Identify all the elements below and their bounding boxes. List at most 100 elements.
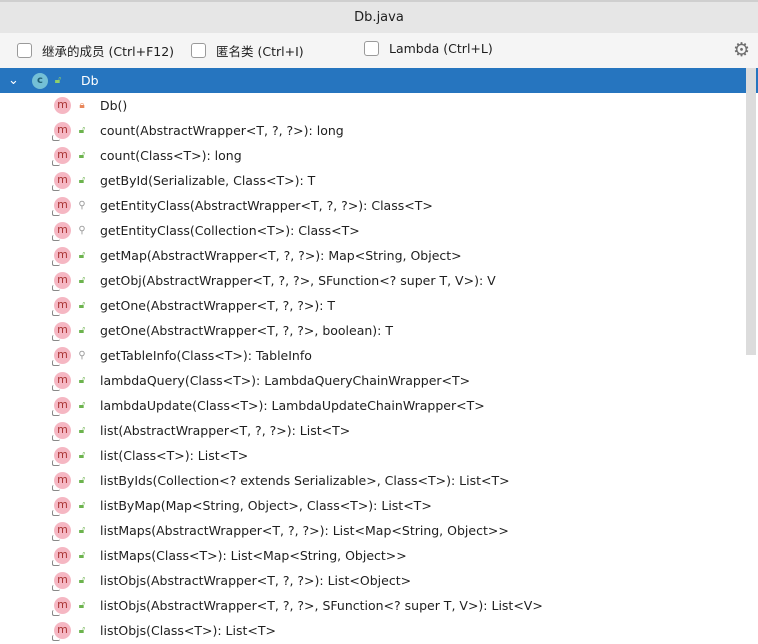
unlock-icon: 🔓︎: [78, 400, 86, 411]
method-icon: m: [52, 297, 71, 316]
tree-item-label: getEntityClass(AbstractWrapper<T, ?, ?>)…: [100, 198, 433, 213]
chevron-down-icon[interactable]: ⌄: [8, 73, 20, 88]
method-icon: m: [52, 622, 71, 641]
tree-item-method[interactable]: m 🔓︎ listObjs(Class<T>): List<T>: [0, 618, 758, 643]
checkbox-box[interactable]: [191, 43, 206, 58]
tree-item-method[interactable]: m 🔓︎ listObjs(AbstractWrapper<T, ?, ?>): L…: [0, 568, 758, 593]
method-icon: m: [52, 247, 71, 266]
tree-item-label: getOne(AbstractWrapper<T, ?, ?>): T: [100, 298, 336, 313]
tree-item-method[interactable]: m 🔓︎ count(Class<T>): long: [0, 143, 758, 168]
checkbox-label: 继承的成员 (Ctrl+F12): [42, 44, 175, 59]
tree-item-method[interactable]: m ⚲ getEntityClass(AbstractWrapper<T, ?, ?…: [0, 193, 758, 218]
unlock-icon: 🔓︎: [78, 600, 86, 611]
method-icon: m: [52, 447, 71, 466]
method-icon: m: [52, 397, 71, 416]
method-icon: m: [52, 197, 71, 216]
tree-item-label: lambdaQuery(Class<T>): LambdaQueryChainW…: [100, 373, 471, 388]
public-access-icon: 🔓︎: [54, 75, 62, 86]
method-icon: m: [52, 597, 71, 616]
method-icon: m: [52, 547, 71, 566]
gear-icon[interactable]: ⚙: [733, 40, 750, 60]
inherited-members-checkbox[interactable]: 继承的成员 (Ctrl+F12): [17, 41, 174, 60]
unlock-icon: 🔓︎: [78, 550, 86, 561]
unlock-icon: 🔓︎: [78, 575, 86, 586]
tree-item-label: Db: [81, 73, 99, 88]
checkbox-box[interactable]: [17, 43, 32, 58]
tree-root-db[interactable]: ⌄ c 🔓︎ Db: [0, 68, 758, 93]
tree-item-method[interactable]: m ⚲ getTableInfo(Class<T>): TableInfo: [0, 343, 758, 368]
tree-item-label: Db(): [100, 98, 128, 113]
tree-item-method[interactable]: m 🔓︎ listByMap(Map<String, Object>, Class<…: [0, 493, 758, 518]
tree-item-method[interactable]: m 🔓︎ count(AbstractWrapper<T, ?, ?>): long: [0, 118, 758, 143]
unlock-icon: 🔓︎: [78, 375, 86, 386]
tree-item-method[interactable]: m 🔓︎ listObjs(AbstractWrapper<T, ?, ?>, SF…: [0, 593, 758, 618]
unlock-icon: 🔓︎: [78, 500, 86, 511]
method-icon: m: [54, 97, 71, 114]
tree-item-label: listMaps(AbstractWrapper<T, ?, ?>): List…: [100, 523, 509, 538]
tree-item-method[interactable]: m ⚲ getEntityClass(Collection<T>): Class<T…: [0, 218, 758, 243]
unlock-icon: 🔓︎: [78, 175, 86, 186]
method-icon: m: [52, 172, 71, 191]
tree-item-label: list(Class<T>): List<T>: [100, 448, 249, 463]
tree-item-label: getEntityClass(Collection<T>): Class<T>: [100, 223, 360, 238]
tree-item-label: count(AbstractWrapper<T, ?, ?>): long: [100, 123, 344, 138]
window-title: Db.java: [0, 0, 758, 33]
key-icon: ⚲: [78, 225, 86, 236]
filter-bar: 继承的成员 (Ctrl+F12) 匿名类 (Ctrl+I) Lambda (Ct…: [0, 33, 758, 68]
tree-item-method[interactable]: m 🔓︎ getOne(AbstractWrapper<T, ?, ?>): T: [0, 293, 758, 318]
scrollbar-thumb[interactable]: [746, 68, 756, 355]
tree-item-label: listObjs(Class<T>): List<T>: [100, 623, 276, 638]
unlock-icon: 🔓︎: [78, 425, 86, 436]
method-icon: m: [52, 322, 71, 341]
unlock-icon: 🔓︎: [78, 525, 86, 536]
checkbox-label: Lambda (Ctrl+L): [389, 41, 493, 56]
tree-item-label: getMap(AbstractWrapper<T, ?, ?>): Map<St…: [100, 248, 462, 263]
method-icon: m: [52, 572, 71, 591]
unlock-icon: 🔓︎: [78, 475, 86, 486]
tree-item-label: getOne(AbstractWrapper<T, ?, ?>, boolean…: [100, 323, 393, 338]
unlock-icon: 🔓︎: [78, 625, 86, 636]
checkbox-box[interactable]: [364, 41, 379, 56]
method-icon: m: [52, 347, 71, 366]
lambda-checkbox[interactable]: Lambda (Ctrl+L): [364, 41, 493, 56]
tree-item-method[interactable]: m 🔓︎ getObj(AbstractWrapper<T, ?, ?>, SFun…: [0, 268, 758, 293]
tree-item-label: listMaps(Class<T>): List<Map<String, Obj…: [100, 548, 407, 563]
class-icon: c: [32, 72, 48, 89]
tree-item-method[interactable]: m 🔓︎ listMaps(Class<T>): List<Map<String, …: [0, 543, 758, 568]
method-icon: m: [52, 372, 71, 391]
method-icon: m: [52, 497, 71, 516]
checkbox-label: 匿名类 (Ctrl+I): [216, 44, 304, 59]
tree-item-method[interactable]: m 🔓︎ listByIds(Collection<? extends Serial…: [0, 468, 758, 493]
tree-item-label: listByIds(Collection<? extends Serializa…: [100, 473, 510, 488]
key-icon: ⚲: [78, 350, 86, 361]
tree-item-label: lambdaUpdate(Class<T>): LambdaUpdateChai…: [100, 398, 485, 413]
tree-item-label: listByMap(Map<String, Object>, Class<T>)…: [100, 498, 432, 513]
method-icon: m: [52, 522, 71, 541]
tree-item-method[interactable]: m 🔓︎ list(AbstractWrapper<T, ?, ?>): List<…: [0, 418, 758, 443]
tree-item-method[interactable]: m 🔓︎ getOne(AbstractWrapper<T, ?, ?>, bool…: [0, 318, 758, 343]
tree-item-method[interactable]: m 🔓︎ lambdaQuery(Class<T>): LambdaQueryCha…: [0, 368, 758, 393]
unlock-icon: 🔓︎: [78, 450, 86, 461]
tree-item-method[interactable]: m 🔓︎ getMap(AbstractWrapper<T, ?, ?>): Map…: [0, 243, 758, 268]
tree-item-label: list(AbstractWrapper<T, ?, ?>): List<T>: [100, 423, 351, 438]
structure-tree: ⌄ c 🔓︎ Db m 🔒︎ Db() m 🔓︎ count(AbstractWrappe…: [0, 68, 758, 643]
unlock-icon: 🔓︎: [78, 300, 86, 311]
tree-item-method[interactable]: m 🔓︎ list(Class<T>): List<T>: [0, 443, 758, 468]
tree-item-label: getTableInfo(Class<T>): TableInfo: [100, 348, 312, 363]
tree-item-method[interactable]: m 🔓︎ listMaps(AbstractWrapper<T, ?, ?>): L…: [0, 518, 758, 543]
method-icon: m: [52, 222, 71, 241]
tree-item-method[interactable]: m 🔓︎ lambdaUpdate(Class<T>): LambdaUpdateC…: [0, 393, 758, 418]
tree-item-method[interactable]: m 🔒︎ Db(): [0, 93, 758, 118]
lock-icon: 🔒︎: [79, 100, 85, 111]
unlock-icon: 🔓︎: [78, 275, 86, 286]
unlock-icon: 🔓︎: [78, 325, 86, 336]
tree-item-method[interactable]: m 🔓︎ getById(Serializable, Class<T>): T: [0, 168, 758, 193]
method-icon: m: [52, 422, 71, 441]
unlock-icon: 🔓︎: [78, 150, 86, 161]
tree-item-label: getById(Serializable, Class<T>): T: [100, 173, 316, 188]
method-icon: m: [52, 122, 71, 141]
key-icon: ⚲: [78, 200, 86, 211]
anonymous-classes-checkbox[interactable]: 匿名类 (Ctrl+I): [191, 41, 304, 60]
unlock-icon: 🔓︎: [78, 125, 86, 136]
tree-item-label: getObj(AbstractWrapper<T, ?, ?>, SFuncti…: [100, 273, 496, 288]
